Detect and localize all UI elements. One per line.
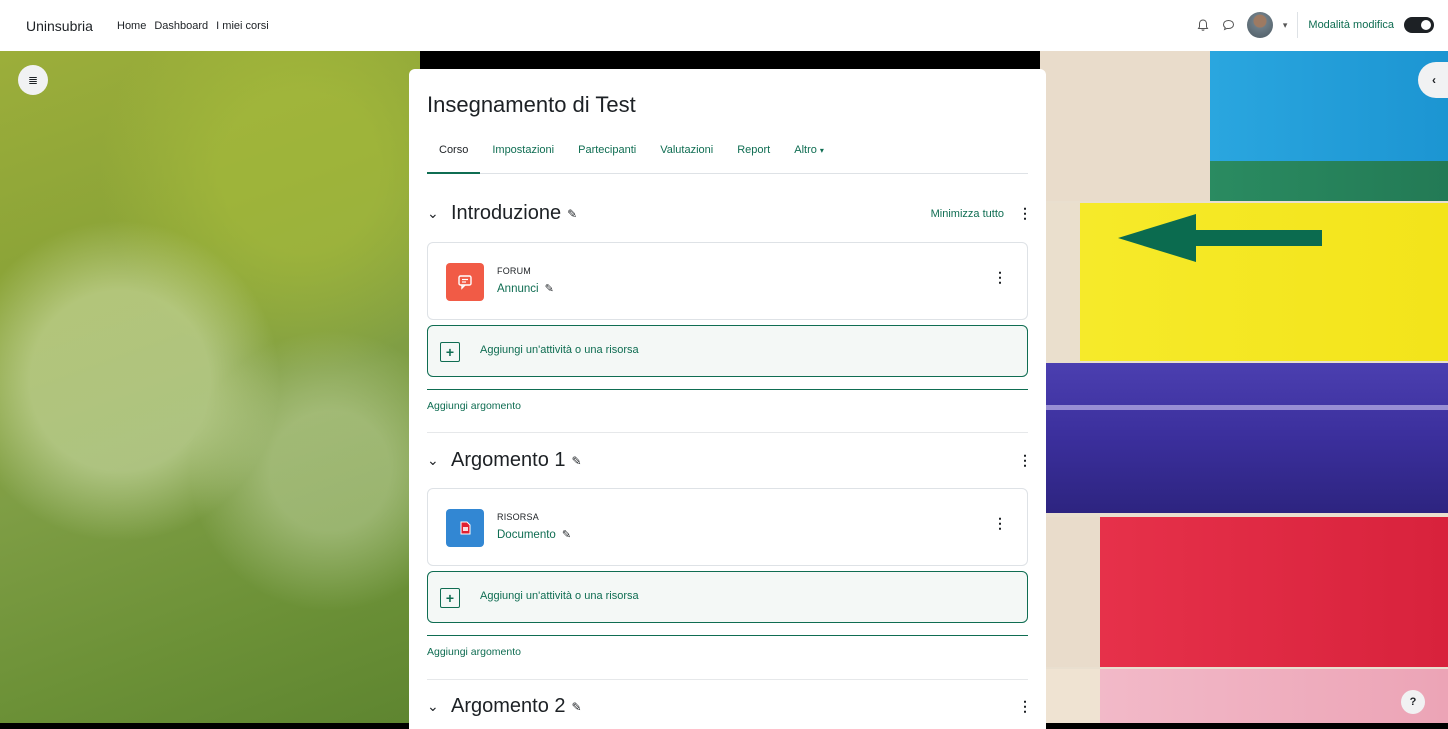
- tab-altro[interactable]: Altro ▾: [782, 143, 836, 173]
- activity-card-forum: FORUM Annunci ✎ ⋮: [427, 242, 1028, 320]
- activity-menu-icon[interactable]: ⋮: [993, 515, 1007, 532]
- chevron-down-icon[interactable]: ⌄: [427, 698, 451, 715]
- activity-type-label: FORUM: [497, 266, 531, 276]
- tab-corso[interactable]: Corso: [427, 143, 481, 174]
- chevron-left-icon: ‹: [1432, 73, 1436, 87]
- tab-impostazioni[interactable]: Impostazioni: [480, 143, 566, 173]
- edit-mode-toggle[interactable]: [1404, 17, 1434, 33]
- add-topic-link[interactable]: Aggiungi argomento: [427, 400, 521, 412]
- edit-mode-label: Modalità modifica: [1308, 19, 1394, 31]
- chevron-down-icon[interactable]: ⌄: [427, 205, 451, 222]
- pencil-red: [1040, 517, 1448, 667]
- section-menu-icon[interactable]: ⋮: [1018, 452, 1032, 469]
- help-button[interactable]: ?: [1401, 690, 1425, 714]
- nav-home[interactable]: Home: [117, 20, 146, 32]
- pencil-green: [1040, 161, 1448, 201]
- course-content-card: Insegnamento di Test Corso Impostazioni …: [409, 69, 1046, 729]
- forum-icon: [446, 263, 484, 301]
- activity-name: Annunci: [497, 283, 539, 295]
- avatar[interactable]: [1246, 12, 1273, 38]
- navbar-right: ▾ Modalità modifica: [1195, 12, 1434, 38]
- section-divider: [427, 679, 1028, 680]
- section-title: Introduzione: [451, 202, 562, 224]
- add-activity-button[interactable]: + Aggiungi un'attività o una risorsa: [427, 571, 1028, 623]
- top-navbar: Uninsubria Home Dashboard I miei corsi ▾…: [0, 0, 1448, 51]
- navbar-divider: [1297, 12, 1299, 38]
- annotation-arrow-top: [1118, 214, 1323, 262]
- tab-report[interactable]: Report: [725, 143, 782, 173]
- chat-icon[interactable]: [1221, 17, 1237, 33]
- tab-partecipanti[interactable]: Partecipanti: [566, 143, 648, 173]
- add-topic-rule: [427, 635, 1028, 636]
- pdf-icon: [446, 509, 484, 547]
- section-title: Argomento 2: [451, 695, 566, 717]
- page-title: Insegnamento di Test: [427, 92, 636, 117]
- activity-name: Documento: [497, 529, 556, 541]
- bell-icon[interactable]: [1195, 17, 1211, 33]
- section-header-introduzione: ⌄ Introduzione ✎ Minimizza tutto ⋮: [427, 202, 1032, 225]
- pencil-icon[interactable]: ✎: [545, 283, 554, 295]
- activity-link[interactable]: Annunci ✎: [497, 282, 554, 295]
- pencil-icon[interactable]: ✎: [572, 454, 582, 468]
- add-activity-button[interactable]: + Aggiungi un'attività o una risorsa: [427, 325, 1028, 377]
- add-activity-label: Aggiungi un'attività o una risorsa: [480, 344, 639, 356]
- section-header-argomento-2: ⌄ Argomento 2 ✎ ⋮: [427, 695, 1032, 718]
- primary-nav: Home Dashboard I miei corsi: [117, 20, 269, 32]
- tab-altro-label: Altro: [794, 144, 817, 156]
- tab-valutazioni[interactable]: Valutazioni: [648, 143, 725, 173]
- chevron-down-icon[interactable]: ▾: [1283, 20, 1288, 31]
- add-topic-rule: [427, 389, 1028, 390]
- section-title: Argomento 1: [451, 449, 566, 471]
- pencil-pink: [1040, 669, 1448, 723]
- pencil-icon[interactable]: ✎: [562, 529, 571, 541]
- block-drawer-toggle-button[interactable]: ‹: [1418, 62, 1448, 98]
- chevron-down-icon: ▾: [819, 146, 824, 155]
- activity-link[interactable]: Documento ✎: [497, 528, 571, 541]
- section-menu-icon[interactable]: ⋮: [1018, 205, 1032, 222]
- pencil-icon[interactable]: ✎: [572, 700, 582, 714]
- nav-dashboard[interactable]: Dashboard: [154, 20, 208, 32]
- activity-menu-icon[interactable]: ⋮: [993, 269, 1007, 286]
- course-tabs: Corso Impostazioni Partecipanti Valutazi…: [427, 143, 1028, 174]
- section-divider: [427, 432, 1028, 433]
- course-index-toggle-button[interactable]: ≣: [18, 65, 48, 95]
- section-menu-icon[interactable]: ⋮: [1018, 698, 1032, 715]
- background-image-left: [0, 51, 420, 723]
- nav-my-courses[interactable]: I miei corsi: [216, 20, 269, 32]
- brand-logo[interactable]: Uninsubria: [26, 18, 93, 34]
- background-image-pencils: [1040, 51, 1448, 723]
- section-header-argomento-1: ⌄ Argomento 1 ✎ ⋮: [427, 449, 1032, 472]
- activity-type-label: RISORSA: [497, 512, 539, 522]
- pencil-icon[interactable]: ✎: [567, 207, 577, 221]
- plus-icon: +: [440, 342, 460, 362]
- pencil-purple: [1040, 363, 1448, 513]
- add-activity-label: Aggiungi un'attività o una risorsa: [480, 590, 639, 602]
- add-topic-link[interactable]: Aggiungi argomento: [427, 646, 521, 658]
- activity-card-resource: RISORSA Documento ✎ ⋮: [427, 488, 1028, 566]
- collapse-all-link[interactable]: Minimizza tutto: [931, 208, 1004, 220]
- plus-icon: +: [440, 588, 460, 608]
- chevron-down-icon[interactable]: ⌄: [427, 452, 451, 469]
- list-icon: ≣: [27, 73, 39, 87]
